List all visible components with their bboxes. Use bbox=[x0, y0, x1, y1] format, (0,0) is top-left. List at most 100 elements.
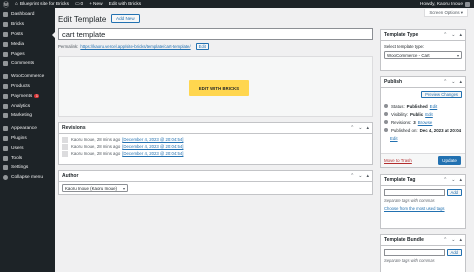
caret-up-icon[interactable]: ▴ bbox=[459, 32, 462, 38]
chevron-down-icon[interactable]: ⌄ bbox=[451, 79, 455, 85]
bundle-add-button[interactable]: Add bbox=[446, 249, 462, 256]
sidebar-item-comments[interactable]: Comments bbox=[0, 59, 55, 69]
chart-icon bbox=[3, 103, 8, 109]
caret-up-icon[interactable]: ▴ bbox=[459, 237, 462, 243]
sidebar-item-appearance[interactable]: Appearance bbox=[0, 124, 55, 134]
tag-add-button[interactable]: Add bbox=[446, 189, 462, 196]
revision-date-link[interactable]: [December 4, 2023 @ 20:04:54] bbox=[122, 151, 183, 156]
screen-options-label: Screen Options ▾ bbox=[429, 9, 463, 15]
author-header[interactable]: Author ⌃ ⌄ ▴ bbox=[59, 171, 372, 182]
sidebar-item-plugins[interactable]: Plugins bbox=[0, 134, 55, 144]
publish-footer: Move to Trash Update bbox=[381, 153, 465, 167]
tag-input[interactable] bbox=[384, 189, 445, 196]
home-icon: ⌂ bbox=[15, 1, 18, 7]
chevron-up-icon[interactable]: ⌃ bbox=[443, 32, 447, 38]
chevron-up-icon[interactable]: ⌃ bbox=[350, 173, 354, 179]
box-controls: ⌃ ⌄ ▴ bbox=[443, 177, 462, 183]
permalink-link[interactable]: https://kaoru.vercel.app/site-bricks/tem… bbox=[80, 44, 190, 49]
bundle-input[interactable] bbox=[384, 249, 445, 256]
post-title-input[interactable]: cart template bbox=[58, 28, 373, 40]
template-bundle-heading: Template Bundle bbox=[384, 237, 424, 243]
update-button[interactable]: Update bbox=[438, 156, 461, 165]
site-name-link[interactable]: ⌂ Blueprint site for Bricks bbox=[15, 2, 69, 7]
chevron-up-icon[interactable]: ⌃ bbox=[443, 177, 447, 183]
avatar bbox=[62, 150, 68, 157]
template-type-select[interactable]: WooCommerce - Cart ▾ bbox=[384, 51, 462, 59]
template-bundle-header[interactable]: Template Bundle ⌃ ⌄ ▴ bbox=[381, 235, 465, 246]
sidebar-item-label: Payments bbox=[11, 93, 33, 99]
sidebar-item-label: Collapse menu bbox=[11, 175, 43, 181]
comments-link[interactable]: ▭ 0 bbox=[75, 2, 83, 7]
revision-item: Kaoru Inoue, 28 mins ago [December 4, 20… bbox=[59, 143, 372, 150]
caret-up-icon[interactable]: ▴ bbox=[366, 173, 369, 179]
chevron-up-icon[interactable]: ⌃ bbox=[350, 125, 354, 131]
page-title: Edit Template bbox=[58, 15, 107, 24]
preview-changes-button[interactable]: Preview Changes bbox=[421, 91, 462, 98]
tag-hint: Separate tags with commas bbox=[384, 198, 435, 203]
backup-icon bbox=[384, 120, 388, 124]
dashboard-icon bbox=[3, 12, 8, 18]
visibility-label: Visibility: bbox=[391, 111, 408, 117]
admin-bar: Ⓦ ⌂ Blueprint site for Bricks ▭ 0 + New … bbox=[0, 0, 474, 9]
edit-with-bricks-link[interactable]: Edit with Bricks bbox=[109, 2, 142, 7]
sidebar-item-products[interactable]: Products bbox=[0, 82, 55, 92]
chevron-up-icon[interactable]: ⌃ bbox=[443, 79, 447, 85]
template-type-header[interactable]: Template Type ⌃ ⌄ ▴ bbox=[381, 30, 465, 41]
sidebar-item-pages[interactable]: Pages bbox=[0, 49, 55, 59]
sidebar-item-tools[interactable]: Tools bbox=[0, 153, 55, 163]
visibility-edit-link[interactable]: Edit bbox=[425, 112, 433, 117]
sidebar-item-collapse[interactable]: Collapse menu bbox=[0, 173, 55, 183]
new-content-link[interactable]: + New bbox=[89, 2, 102, 7]
avatar bbox=[62, 143, 68, 150]
sidebar-item-users[interactable]: Users bbox=[0, 143, 55, 153]
published-edit-link[interactable]: Edit bbox=[390, 136, 398, 141]
chevron-down-icon[interactable]: ⌄ bbox=[358, 173, 362, 179]
sidebar-item-analytics[interactable]: Analytics bbox=[0, 101, 55, 111]
box-controls: ⌃ ⌄ ▴ bbox=[350, 173, 369, 179]
status-edit-link[interactable]: Edit bbox=[430, 104, 438, 109]
sidebar-item-woocommerce[interactable]: WooCommerce bbox=[0, 72, 55, 82]
sidebar-item-marketing[interactable]: Marketing bbox=[0, 111, 55, 121]
user-menu[interactable]: Howdy, Kaoru Inoue bbox=[420, 1, 470, 7]
avatar bbox=[465, 1, 470, 7]
caret-up-icon[interactable]: ▴ bbox=[459, 177, 462, 183]
screen-options-button[interactable]: Screen Options ▾ bbox=[424, 9, 468, 17]
site-name-label: Blueprint site for Bricks bbox=[19, 1, 69, 7]
publish-header[interactable]: Publish ⌃ ⌄ ▴ bbox=[381, 77, 465, 88]
woocommerce-icon bbox=[3, 74, 8, 80]
sidebar-item-payments[interactable]: Payments 1 bbox=[0, 91, 55, 101]
sidebar-item-settings[interactable]: Settings bbox=[0, 163, 55, 173]
revisions-box: Revisions ⌃ ⌄ ▴ Kaoru Inoue, 28 mins ago… bbox=[58, 122, 373, 165]
permalink-edit-button[interactable]: Edit bbox=[195, 43, 209, 50]
sidebar-item-posts[interactable]: Posts bbox=[0, 30, 55, 40]
revision-date-link[interactable]: [December 4, 2023 @ 20:04:54] bbox=[122, 144, 183, 149]
choose-tags-link[interactable]: Choose from the most used tags bbox=[381, 203, 465, 211]
sidebar-item-label: Posts bbox=[11, 31, 23, 37]
template-tag-header[interactable]: Template Tag ⌃ ⌄ ▴ bbox=[381, 175, 465, 186]
chevron-down-icon[interactable]: ⌄ bbox=[451, 177, 455, 183]
author-select-value: Kaoru Inoue (Kaoru Inoue) bbox=[65, 185, 117, 191]
chevron-down-icon[interactable]: ⌄ bbox=[358, 125, 362, 131]
revisions-header[interactable]: Revisions ⌃ ⌄ ▴ bbox=[59, 123, 372, 134]
caret-up-icon[interactable]: ▴ bbox=[366, 125, 369, 131]
move-to-trash-link[interactable]: Move to Trash bbox=[384, 158, 412, 163]
megaphone-icon bbox=[3, 113, 8, 119]
pages-icon bbox=[3, 51, 8, 57]
sidebar-item-dashboard[interactable]: Dashboard bbox=[0, 10, 55, 20]
box-controls: ⌃ ⌄ ▴ bbox=[443, 79, 462, 85]
publish-date-row: Published on: Dec 4, 2023 at 20:04 bbox=[381, 126, 465, 134]
sidebar-item-label: WooCommerce bbox=[11, 74, 45, 80]
chevron-down-icon[interactable]: ⌄ bbox=[451, 32, 455, 38]
sidebar-item-media[interactable]: Media bbox=[0, 39, 55, 49]
add-new-button[interactable]: Add New bbox=[111, 14, 140, 23]
caret-up-icon[interactable]: ▴ bbox=[459, 79, 462, 85]
revision-ago: 28 mins ago bbox=[96, 144, 121, 149]
author-select[interactable]: Kaoru Inoue (Kaoru Inoue) ▾ bbox=[62, 184, 128, 192]
chevron-up-icon[interactable]: ⌃ bbox=[443, 237, 447, 243]
revisions-browse-link[interactable]: Browse bbox=[418, 120, 433, 125]
revision-date-link[interactable]: [December 4, 2023 @ 20:04:54] bbox=[122, 137, 183, 142]
sidebar-item-bricks[interactable]: Bricks bbox=[0, 20, 55, 30]
edit-with-bricks-button[interactable]: EDIT WITH BRICKS bbox=[189, 80, 249, 96]
chevron-down-icon[interactable]: ⌄ bbox=[451, 237, 455, 243]
revisions-count: 3 bbox=[413, 119, 416, 125]
